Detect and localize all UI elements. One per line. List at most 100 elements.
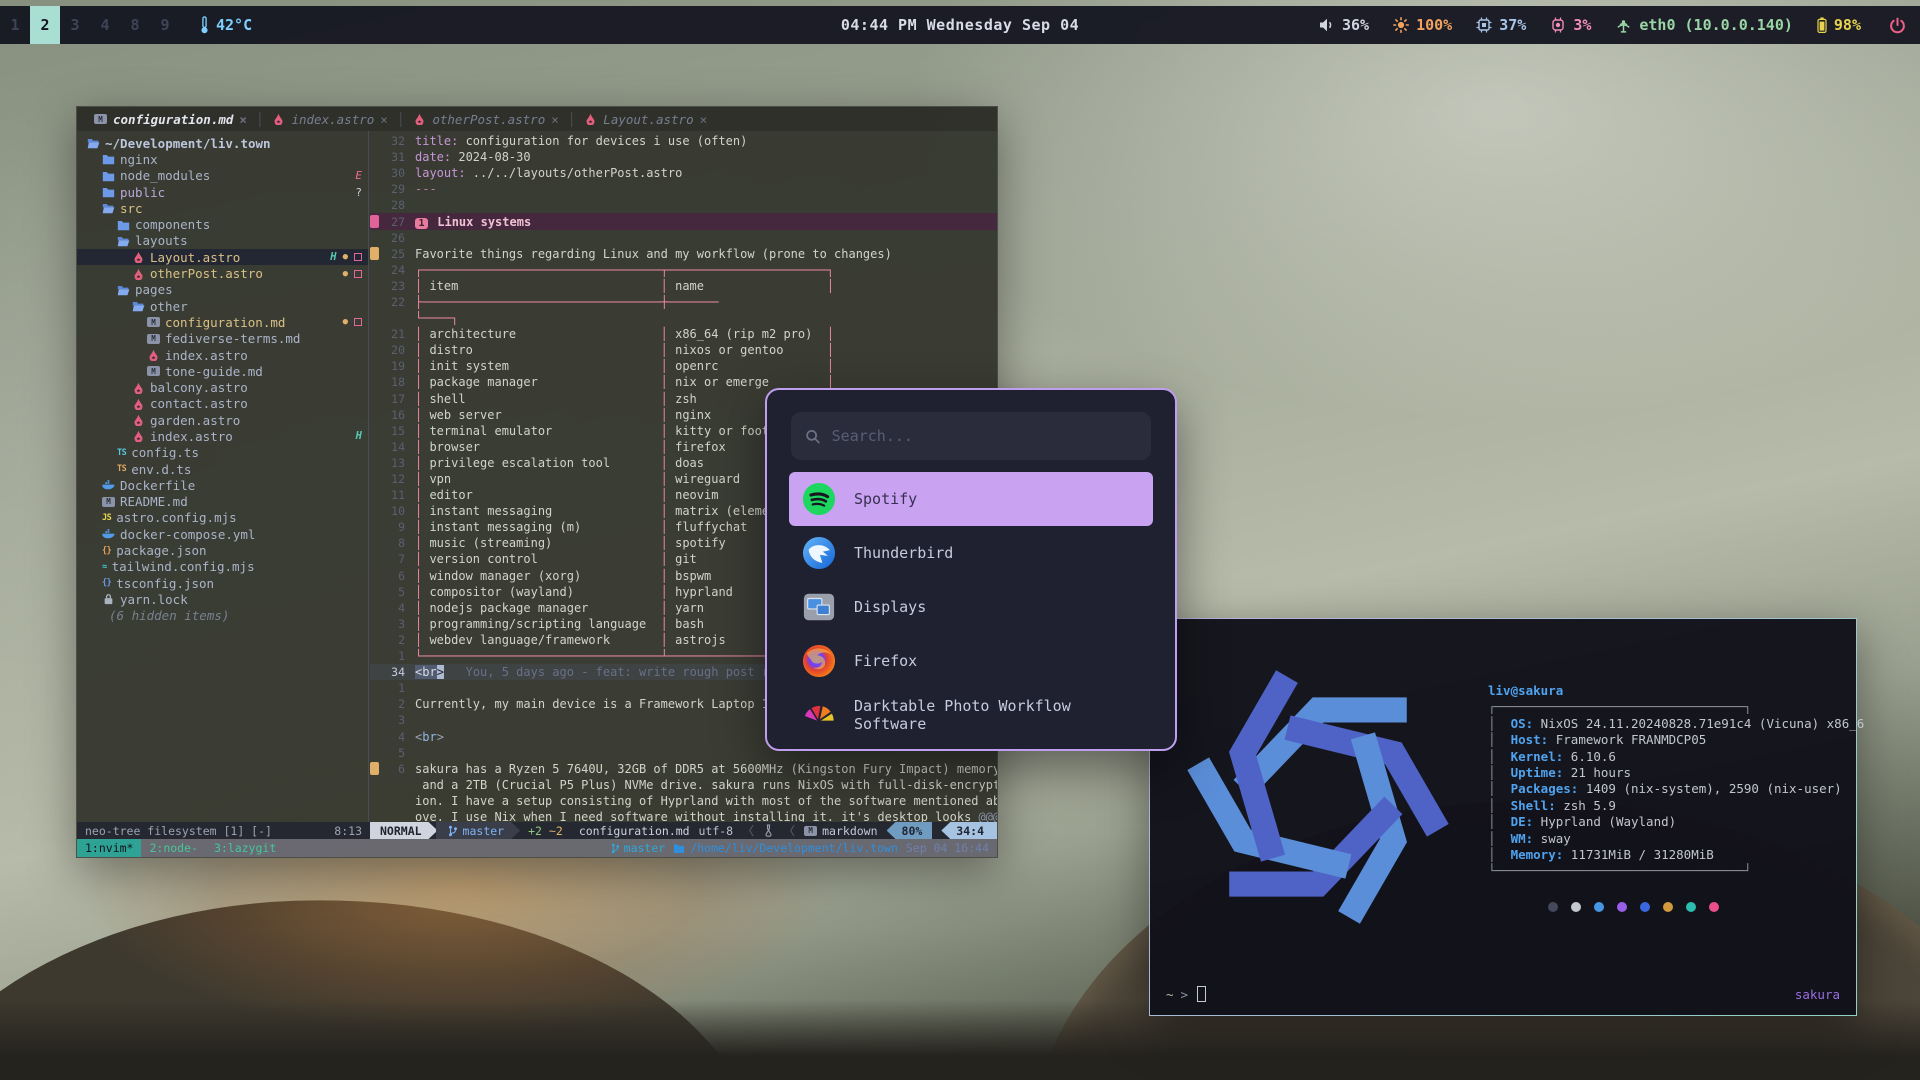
- tree-item-Dockerfile[interactable]: Dockerfile: [77, 477, 368, 493]
- shell-prompt[interactable]: ~ >: [1166, 986, 1206, 1002]
- fetch-field-Host: │ Host: Framework FRANMDCP05: [1488, 732, 1864, 748]
- separator: 〈: [742, 822, 754, 839]
- launcher-search-box[interactable]: [791, 412, 1151, 460]
- firefox-icon: [802, 644, 836, 678]
- astro-flame-icon: [132, 382, 145, 394]
- launcher-item-Firefox[interactable]: Firefox: [789, 634, 1153, 688]
- terminal-window-fastfetch: liv@sakura ┌────────────────────────────…: [1149, 618, 1857, 1016]
- tree-item-layouts[interactable]: layouts: [77, 233, 368, 249]
- statusline-cursor-position: 34:4: [941, 822, 997, 839]
- hidden-marker: H: [330, 251, 336, 263]
- tree-item-pages[interactable]: pages: [77, 282, 368, 298]
- launcher-item-Darktable Photo Workflow Software[interactable]: Darktable Photo Workflow Software: [789, 688, 1153, 742]
- launcher-item-Displays[interactable]: Displays: [789, 580, 1153, 634]
- buffer-tab-otherPost.astro[interactable]: otherPost.astro×: [404, 107, 567, 131]
- unstaged-square-icon: [354, 270, 362, 278]
- fetch-field-Kernel: │ Kernel: 6.10.6: [1488, 749, 1864, 765]
- network-module: eth0 (10.0.0.140): [1615, 16, 1793, 34]
- tree-item-yarn.lock[interactable]: yarn.lock: [77, 591, 368, 607]
- tree-item-balcony.astro[interactable]: balcony.astro: [77, 379, 368, 395]
- typescript-icon: TS: [117, 448, 126, 458]
- tmux-window-2:node-[interactable]: 2:node-: [141, 839, 205, 857]
- tree-item-tsconfig.json[interactable]: {}tsconfig.json: [77, 575, 368, 591]
- folder-icon: [102, 186, 115, 198]
- editor-line: 32title: configuration for devices i use…: [370, 133, 997, 149]
- buffer-tab-index.astro[interactable]: index.astro×: [263, 107, 396, 131]
- sun-icon: [1393, 17, 1409, 33]
- tree-item-astro.config.mjs[interactable]: JSastro.config.mjs: [77, 510, 368, 526]
- close-icon[interactable]: ×: [551, 112, 559, 127]
- close-icon[interactable]: ×: [380, 112, 388, 127]
- lock-icon: [102, 593, 115, 605]
- tree-item-tone-guide.md[interactable]: Mtone-guide.md: [77, 363, 368, 379]
- tree-item-nginx[interactable]: nginx: [77, 151, 368, 167]
- search-input[interactable]: [832, 427, 1137, 445]
- tmux-window-1:nvim*[interactable]: 1:nvim*: [77, 839, 141, 857]
- tree-item-docker-compose.yml[interactable]: docker-compose.yml: [77, 526, 368, 542]
- folder-open-icon: [117, 235, 130, 247]
- displays-icon: [802, 590, 836, 624]
- tree-item-(6 hidden items)[interactable]: (6 hidden items): [77, 608, 368, 624]
- git-branch-icon: [448, 825, 458, 837]
- launcher-results: SpotifyThunderbirdDisplaysFirefoxDarktab…: [767, 472, 1175, 742]
- color-dot-0: [1548, 902, 1558, 912]
- close-icon[interactable]: ×: [700, 112, 708, 127]
- tree-item-env.d.ts[interactable]: TSenv.d.ts: [77, 461, 368, 477]
- tmux-window-3:lazygit[interactable]: 3:lazygit: [206, 839, 284, 857]
- close-icon[interactable]: ×: [239, 112, 247, 127]
- app-launcher: SpotifyThunderbirdDisplaysFirefoxDarktab…: [765, 388, 1177, 751]
- tree-item-README.md[interactable]: MREADME.md: [77, 494, 368, 510]
- thunderbird-icon: [802, 536, 836, 570]
- tree-item-components[interactable]: components: [77, 216, 368, 232]
- tree-item-package.json[interactable]: {}package.json: [77, 542, 368, 558]
- neo-tree-panel[interactable]: ~/Development/liv.townnginxnode_modulesE…: [77, 131, 369, 822]
- tree-item-otherPost.astro[interactable]: otherPost.astro●: [77, 265, 368, 281]
- launcher-item-Thunderbird[interactable]: Thunderbird: [789, 526, 1153, 580]
- color-dot-7: [1709, 902, 1719, 912]
- tree-item-fediverse-terms.md[interactable]: Mfediverse-terms.md: [77, 331, 368, 347]
- tmux-datetime: Sep 04 16:44: [906, 841, 989, 855]
- launcher-item-Spotify[interactable]: Spotify: [789, 472, 1153, 526]
- tree-item-Layout.astro[interactable]: Layout.astroH●: [77, 249, 368, 265]
- tree-item-other[interactable]: other: [77, 298, 368, 314]
- tree-item-src[interactable]: src: [77, 200, 368, 216]
- fetch-field-Memory: │ Memory: 11731MiB / 31280MiB: [1488, 847, 1864, 863]
- docker-whale-icon: [102, 479, 115, 491]
- editor-line: └────┐: [370, 310, 997, 326]
- buffer-tab-configuration.md[interactable]: Mconfiguration.md×: [85, 107, 256, 131]
- buffer-tab-Layout.astro[interactable]: Layout.astro×: [575, 107, 716, 131]
- modified-dot-icon: ●: [343, 252, 348, 262]
- tree-item-tailwind.config.mjs[interactable]: ≈tailwind.config.mjs: [77, 559, 368, 575]
- tree-item-node_modules[interactable]: node_modulesE: [77, 168, 368, 184]
- folder-icon: [102, 153, 115, 165]
- tree-item-contact.astro[interactable]: contact.astro: [77, 396, 368, 412]
- color-dot-4: [1640, 902, 1650, 912]
- editor-line: 28: [370, 197, 997, 213]
- tree-item-index.astro[interactable]: index.astroH: [77, 428, 368, 444]
- editor-line: 22├─────────────────────────────────┼───…: [370, 294, 997, 310]
- tree-item-configuration.md[interactable]: Mconfiguration.md●: [77, 314, 368, 330]
- astro-flame-icon: [132, 430, 145, 442]
- tmux-cwd: /home/liv/Development/liv.town: [673, 841, 898, 855]
- brightness-module: 100%: [1393, 16, 1452, 34]
- tree-item-~/Development/liv.town[interactable]: ~/Development/liv.town: [77, 135, 368, 151]
- fetch-field-OS: │ OS: NixOS 24.11.20240828.71e91c4 (Vicu…: [1488, 716, 1864, 732]
- astro-flame-icon: [132, 251, 145, 263]
- gpu-module: 3%: [1550, 16, 1591, 34]
- tree-item-public[interactable]: public?: [77, 184, 368, 200]
- battery-module: 98%: [1817, 16, 1861, 34]
- fetch-field-WM: │ WM: sway: [1488, 831, 1864, 847]
- docker-whale-icon: [102, 528, 115, 540]
- editor-line: 21│ architecture │ x86_64 (rip m2 pro) │: [370, 326, 997, 342]
- status-bar: 123489 42°C 04:44 PM Wednesday Sep 04 36…: [0, 6, 1920, 44]
- markdown-icon: M: [102, 497, 115, 507]
- tree-item-garden.astro[interactable]: garden.astro: [77, 412, 368, 428]
- editor-line: 31date: 2024-08-30: [370, 149, 997, 165]
- battery-icon: [1817, 17, 1827, 33]
- statusline-filetype: M markdown: [804, 824, 877, 838]
- diff-added: +2: [528, 824, 542, 838]
- tree-item-config.ts[interactable]: TSconfig.ts: [77, 445, 368, 461]
- tree-item-index.astro[interactable]: index.astro: [77, 347, 368, 363]
- editor-line: 20│ distro │ nixos or gentoo │: [370, 342, 997, 358]
- power-button[interactable]: [1889, 17, 1906, 34]
